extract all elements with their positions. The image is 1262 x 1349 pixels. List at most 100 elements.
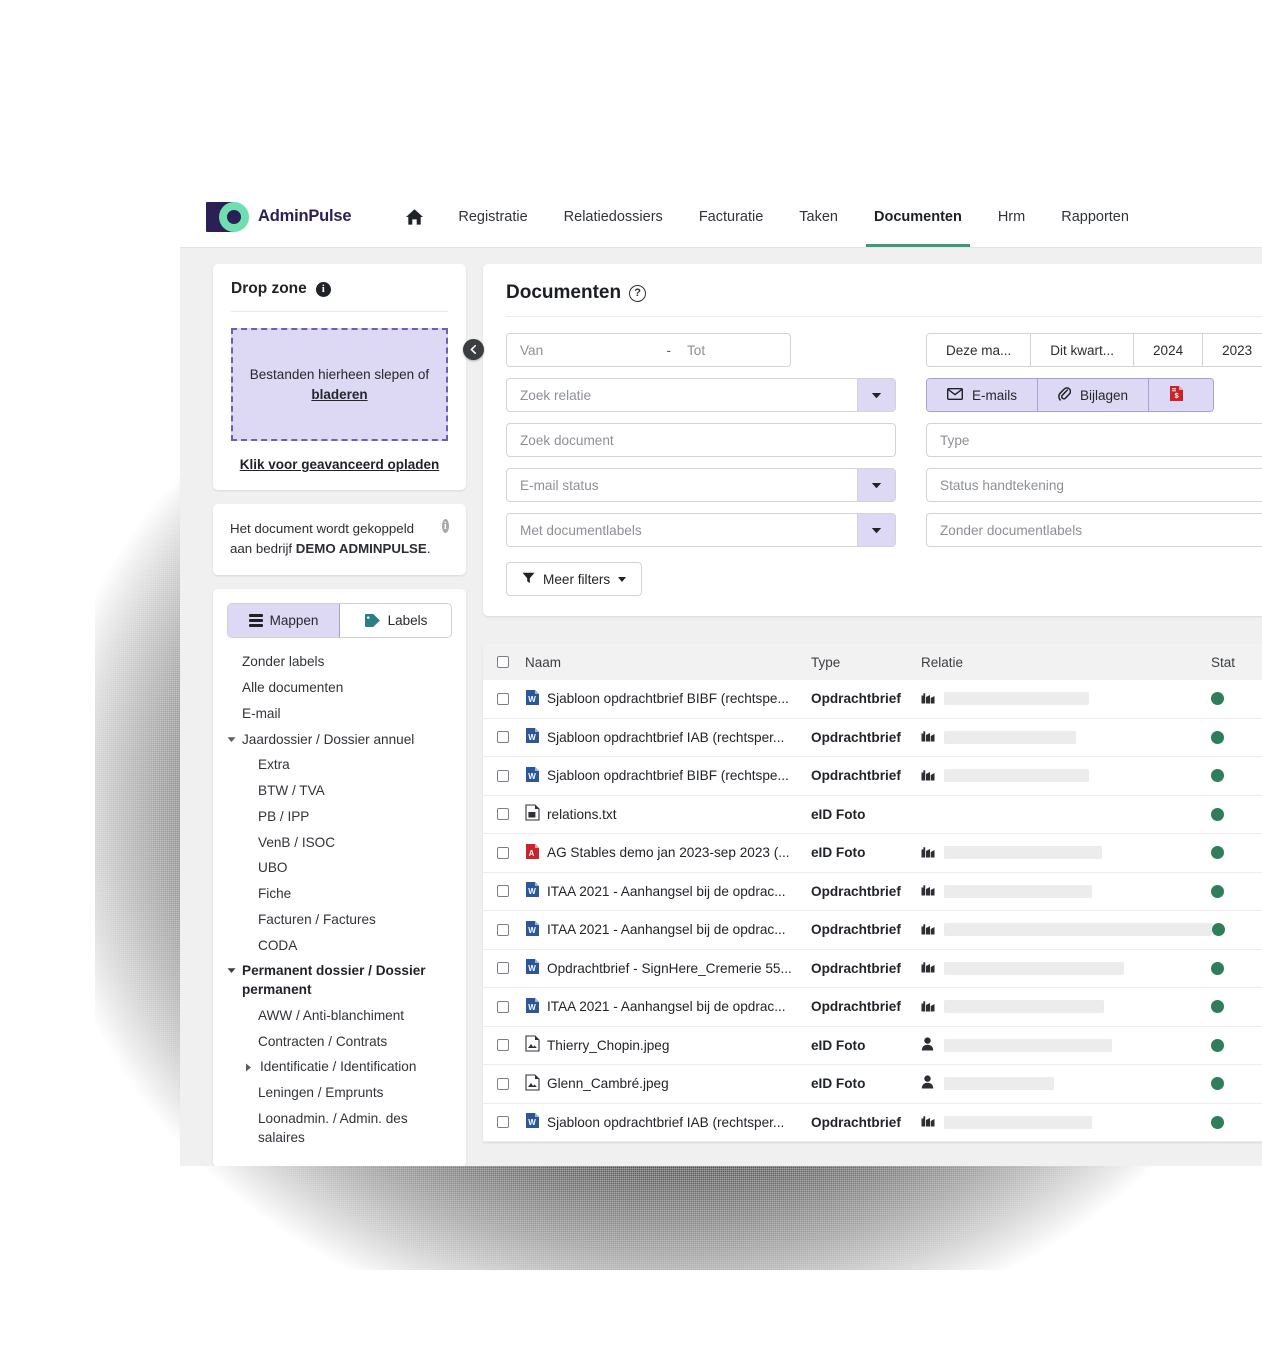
- nav-item-relatiedossiers[interactable]: Relatiedossiers: [546, 186, 681, 247]
- row-checkbox[interactable]: [497, 846, 509, 859]
- nav-item-registratie[interactable]: Registratie: [440, 186, 545, 247]
- cell-relatie[interactable]: [921, 883, 1211, 899]
- doc-type-button-pdf[interactable]: $: [1149, 379, 1214, 411]
- search-relatie-input[interactable]: [507, 379, 857, 411]
- app-logo[interactable]: AdminPulse: [206, 201, 352, 232]
- table-row[interactable]: W ITAA 2021 - Aanhangsel bij de opdrac...…: [483, 988, 1262, 1027]
- doc-type-button-bijlagen[interactable]: Bijlagen: [1038, 379, 1150, 411]
- zonder-documentlabels-input[interactable]: [927, 514, 1262, 546]
- table-row[interactable]: W Opdrachtbrief - SignHere_Cremerie 55...…: [483, 950, 1262, 988]
- cell-relatie[interactable]: [921, 1114, 1211, 1130]
- advanced-upload-link[interactable]: Klik voor geavanceerd opladen: [231, 457, 448, 472]
- caret-right-icon[interactable]: [245, 1058, 255, 1072]
- cell-naam[interactable]: W Sjabloon opdrachtbrief BIBF (rechtspe..…: [525, 766, 811, 786]
- toggle-labels-button[interactable]: Labels: [340, 603, 451, 637]
- row-checkbox[interactable]: [497, 1077, 509, 1090]
- column-header-status[interactable]: Stat: [1211, 655, 1262, 670]
- cell-naam[interactable]: W ITAA 2021 - Aanhangsel bij de opdrac...: [525, 881, 811, 901]
- column-header-type[interactable]: Type: [811, 655, 921, 670]
- table-row[interactable]: Thierry_Chopin.jpeg eID Foto: [483, 1027, 1262, 1065]
- tree-item-ubo[interactable]: UBO: [227, 856, 452, 882]
- period-button-2024[interactable]: 2024: [1134, 334, 1204, 366]
- cell-naam[interactable]: W ITAA 2021 - Aanhangsel bij de opdrac...: [525, 997, 811, 1017]
- row-checkbox[interactable]: [497, 1000, 509, 1013]
- table-row[interactable]: W Sjabloon opdrachtbrief IAB (rechtsper..…: [483, 1104, 1262, 1142]
- row-checkbox[interactable]: [497, 731, 509, 744]
- toggle-mappen-button[interactable]: Mappen: [228, 603, 340, 637]
- cell-naam[interactable]: Glenn_Cambré.jpeg: [525, 1074, 811, 1094]
- row-checkbox[interactable]: [497, 808, 509, 821]
- column-header-relatie[interactable]: Relatie: [921, 655, 1211, 670]
- cell-relatie[interactable]: [921, 960, 1211, 976]
- tree-item-alle-documenten[interactable]: Alle documenten: [227, 676, 452, 702]
- cell-relatie[interactable]: [921, 999, 1211, 1015]
- row-checkbox[interactable]: [497, 1116, 509, 1129]
- met-documentlabels-dropdown-button[interactable]: [857, 514, 895, 546]
- status-handtekening-field[interactable]: [926, 468, 1262, 502]
- cell-naam[interactable]: Thierry_Chopin.jpeg: [525, 1035, 811, 1055]
- met-documentlabels-input[interactable]: [507, 514, 857, 546]
- cell-naam[interactable]: relations.txt: [525, 804, 811, 824]
- met-documentlabels-field[interactable]: [506, 513, 896, 547]
- email-status-input[interactable]: [507, 469, 857, 501]
- table-row[interactable]: A AG Stables demo jan 2023-sep 2023 (... e…: [483, 834, 1262, 873]
- tree-item-loonadmin-salaires[interactable]: Loonadmin. / Admin. des salaires: [227, 1106, 452, 1151]
- cell-relatie[interactable]: [921, 768, 1211, 784]
- caret-down-icon[interactable]: [227, 962, 237, 974]
- tree-item-fiche[interactable]: Fiche: [227, 882, 452, 908]
- tree-item-jaardossier[interactable]: Jaardossier / Dossier annuel: [227, 727, 452, 753]
- table-row[interactable]: relations.txt eID Foto: [483, 796, 1262, 834]
- tree-item-zonder-labels[interactable]: Zonder labels: [227, 650, 452, 676]
- date-range-field[interactable]: Van - Tot: [506, 333, 791, 367]
- tree-item-aww-anti-blanchiment[interactable]: AWW / Anti-blanchiment: [227, 1003, 452, 1029]
- drop-zone-area[interactable]: Bestanden hierheen slepen of bladeren: [231, 328, 448, 441]
- caret-down-icon[interactable]: [227, 731, 237, 743]
- status-handtekening-input[interactable]: [927, 469, 1262, 501]
- table-row[interactable]: W ITAA 2021 - Aanhangsel bij de opdrac...…: [483, 911, 1262, 950]
- nav-item-rapporten[interactable]: Rapporten: [1043, 186, 1147, 247]
- table-row[interactable]: W ITAA 2021 - Aanhangsel bij de opdrac...…: [483, 873, 1262, 911]
- period-button-dit-kwartaal[interactable]: Dit kwart...: [1031, 334, 1135, 366]
- period-button-2023[interactable]: 2023: [1203, 334, 1262, 366]
- cell-naam[interactable]: A AG Stables demo jan 2023-sep 2023 (...: [525, 843, 811, 863]
- cell-relatie[interactable]: [921, 1075, 1211, 1092]
- row-checkbox[interactable]: [497, 769, 509, 782]
- search-document-field[interactable]: [506, 423, 896, 457]
- type-input[interactable]: [927, 424, 1262, 456]
- nav-item-taken[interactable]: Taken: [781, 186, 856, 247]
- row-checkbox[interactable]: [497, 885, 509, 898]
- cell-relatie[interactable]: [921, 845, 1211, 861]
- nav-item-hrm[interactable]: Hrm: [980, 186, 1043, 247]
- nav-item-documenten[interactable]: Documenten: [856, 186, 980, 247]
- email-status-dropdown-button[interactable]: [857, 469, 895, 501]
- table-row[interactable]: W Sjabloon opdrachtbrief IAB (rechtsper..…: [483, 719, 1262, 757]
- table-row[interactable]: Glenn_Cambré.jpeg eID Foto: [483, 1065, 1262, 1104]
- drop-zone-browse-link[interactable]: bladeren: [311, 385, 367, 405]
- cell-relatie[interactable]: [921, 691, 1211, 707]
- email-status-field[interactable]: [506, 468, 896, 502]
- tree-item-leningen-emprunts[interactable]: Leningen / Emprunts: [227, 1081, 452, 1107]
- tree-item-venb-isoc[interactable]: VenB / ISOC: [227, 830, 452, 856]
- table-row[interactable]: W Sjabloon opdrachtbrief BIBF (rechtspe..…: [483, 757, 1262, 796]
- row-checkbox[interactable]: [497, 962, 509, 975]
- tree-item-facturen-factures[interactable]: Facturen / Factures: [227, 907, 452, 933]
- row-checkbox[interactable]: [497, 1039, 509, 1052]
- nav-item-home[interactable]: [389, 186, 440, 247]
- info-icon[interactable]: i: [441, 519, 449, 533]
- doc-type-button-emails[interactable]: E-mails: [927, 379, 1039, 411]
- nav-item-facturatie[interactable]: Facturatie: [681, 186, 781, 247]
- tree-item-contracten-contrats[interactable]: Contracten / Contrats: [227, 1029, 452, 1055]
- period-button-deze-maand[interactable]: Deze ma...: [927, 334, 1032, 366]
- cell-naam[interactable]: W Sjabloon opdrachtbrief IAB (rechtsper..…: [525, 727, 811, 747]
- cell-relatie[interactable]: [921, 1037, 1211, 1054]
- cell-naam[interactable]: W Sjabloon opdrachtbrief BIBF (rechtspe..…: [525, 689, 811, 709]
- tree-item-identificatie-identification[interactable]: Identificatie / Identification: [227, 1055, 452, 1081]
- cell-relatie[interactable]: [921, 729, 1211, 745]
- info-icon[interactable]: i: [315, 281, 331, 297]
- cell-naam[interactable]: W Opdrachtbrief - SignHere_Cremerie 55...: [525, 958, 811, 978]
- question-mark-icon[interactable]: ?: [629, 284, 647, 302]
- tree-item-pb-ipp[interactable]: PB / IPP: [227, 804, 452, 830]
- more-filters-button[interactable]: Meer filters: [506, 562, 643, 596]
- tree-item-coda[interactable]: CODA: [227, 933, 452, 959]
- cell-naam[interactable]: W ITAA 2021 - Aanhangsel bij de opdrac...: [525, 920, 811, 940]
